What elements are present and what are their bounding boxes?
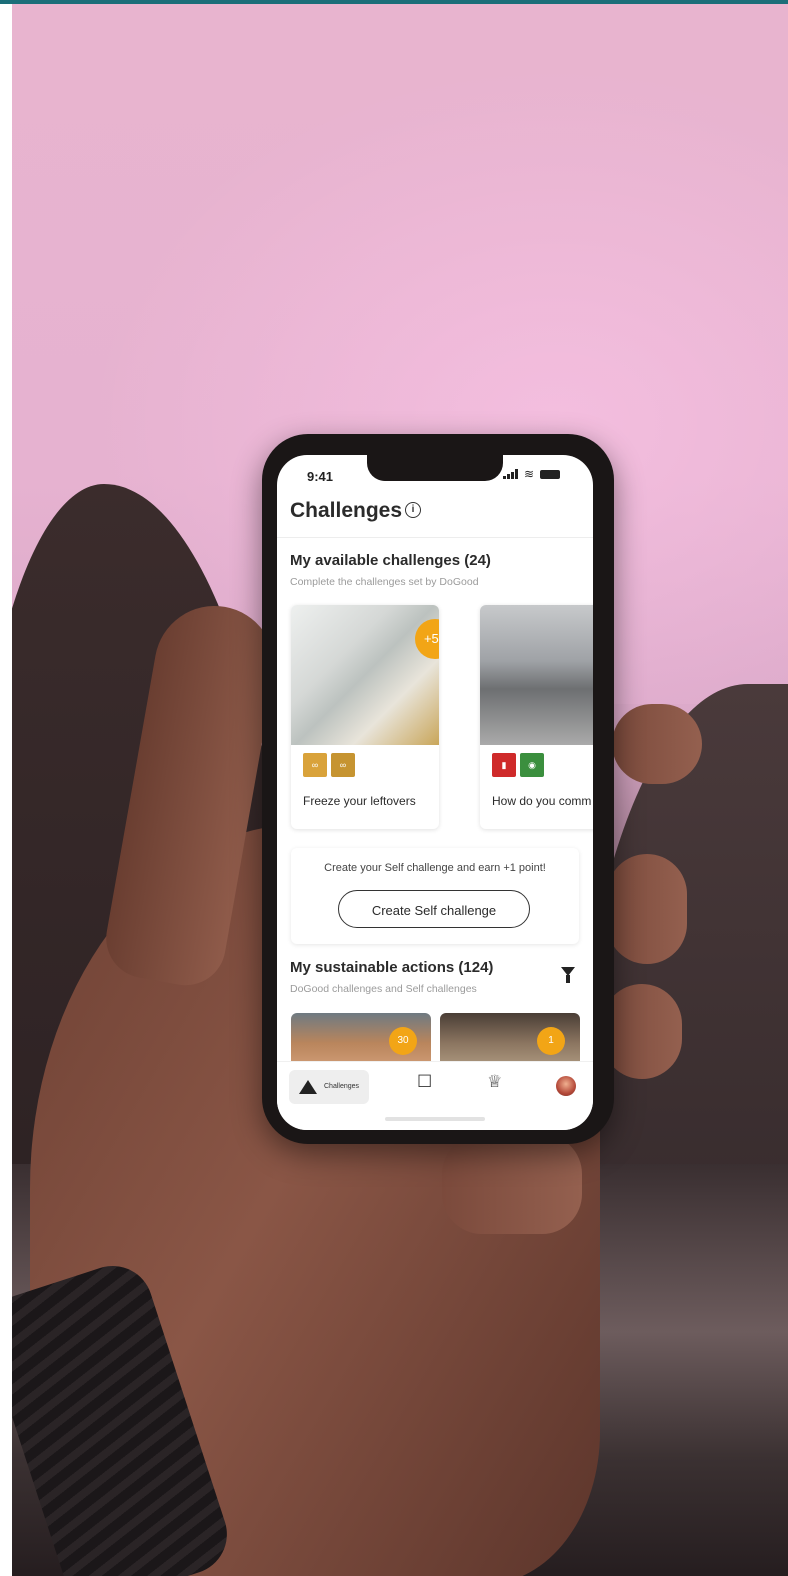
mountain-icon — [299, 1080, 317, 1094]
challenge-card[interactable]: ▮ ◉ How do you comm — [480, 605, 593, 829]
sdg-icon: ◉ — [520, 753, 544, 777]
wifi-icon: ≋ — [524, 467, 535, 481]
chat-icon[interactable]: ☐ — [417, 1072, 432, 1092]
action-badge: 30 — [389, 1027, 417, 1055]
challenge-image — [480, 605, 593, 745]
sdg-icon: ▮ — [492, 753, 516, 777]
sustainable-actions-title: My sustainable actions (124) — [290, 959, 494, 976]
sdg-icon: ∞ — [331, 753, 355, 777]
filter-icon[interactable] — [561, 967, 575, 983]
phone-screen: 9:41 ≋ Challenges i My available challen… — [277, 455, 593, 1130]
tab-bar: Challenges ☐ ♕ — [277, 1061, 593, 1130]
finger-3 — [602, 984, 682, 1079]
status-time: 9:41 — [307, 469, 334, 484]
available-challenges-title: My available challenges (24) — [290, 552, 491, 569]
status-icons: ≋ — [503, 467, 561, 481]
challenge-image — [291, 605, 439, 745]
action-badge: 1 — [537, 1027, 565, 1055]
page-title: Challenges — [290, 499, 403, 522]
trophy-icon[interactable]: ♕ — [487, 1072, 502, 1092]
signal-icon — [503, 469, 518, 479]
challenge-card[interactable]: +50 ∞ ∞ Freeze your leftovers — [291, 605, 439, 829]
info-icon[interactable]: i — [405, 502, 421, 518]
battery-icon — [540, 469, 561, 479]
self-challenge-panel: Create your Self challenge and earn +1 p… — [291, 848, 579, 944]
sdg-icon: ∞ — [303, 753, 327, 777]
finger-2 — [607, 854, 687, 964]
home-indicator — [385, 1117, 485, 1121]
self-challenge-prompt: Create your Self challenge and earn +1 p… — [324, 862, 546, 874]
header-divider — [277, 537, 593, 538]
tab-challenges-label: Challenges — [324, 1083, 360, 1090]
available-challenges-subtitle: Complete the challenges set by DoGood — [290, 576, 479, 588]
finger-4 — [442, 1134, 582, 1234]
finger-1 — [612, 704, 702, 784]
challenge-card-title: Freeze your leftovers — [303, 794, 416, 808]
challenge-card-title: How do you comm — [492, 794, 592, 808]
sustainable-actions-subtitle: DoGood challenges and Self challenges — [290, 983, 477, 995]
status-bar: 9:41 ≋ — [277, 455, 593, 495]
create-self-challenge-button[interactable]: Create Self challenge — [338, 890, 530, 928]
avatar[interactable] — [556, 1076, 576, 1096]
left-margin-strip — [0, 4, 12, 1576]
